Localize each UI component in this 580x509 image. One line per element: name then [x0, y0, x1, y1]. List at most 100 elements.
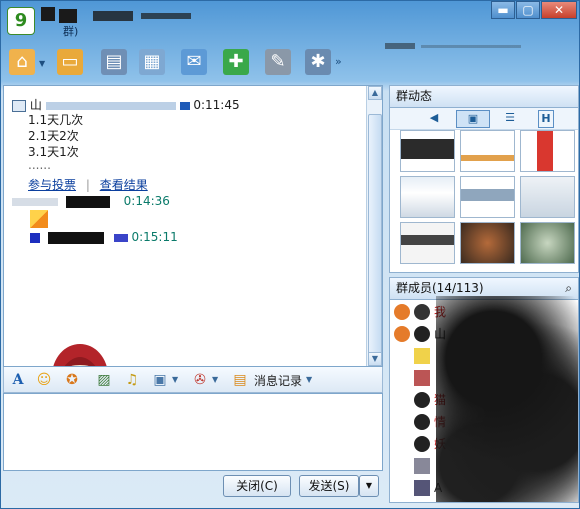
maximize-button[interactable]: ▢ — [516, 1, 540, 19]
redacted-block — [65, 195, 110, 208]
vote-options: 1.1天几次 2.1天2次 3.1天1次 ...... — [28, 112, 84, 172]
cartoon-emoticon-icon — [53, 344, 107, 366]
more-arrow[interactable]: » — [335, 55, 342, 68]
thumbnail[interactable] — [460, 176, 515, 218]
vote-links: 参与投票 | 查看结果 — [28, 176, 148, 193]
user-avatar-icon — [30, 210, 48, 228]
scroll-thumb[interactable] — [368, 114, 382, 354]
album-icon[interactable]: ▤ — [101, 49, 127, 75]
redacted-block — [30, 232, 40, 243]
avatar — [414, 304, 430, 320]
chevron-down-icon[interactable]: ▼ — [172, 375, 178, 384]
message-meta: 0:14:36 — [12, 194, 170, 208]
chat-scrollbar[interactable]: ▲ ▼ — [366, 86, 382, 366]
scroll-down-button[interactable]: ▼ — [368, 352, 382, 366]
thumbnail[interactable] — [520, 222, 575, 264]
screenshot-icon[interactable]: ▣ — [150, 370, 170, 390]
redacted-block — [45, 101, 176, 110]
redacted-block — [141, 13, 191, 19]
card-icon[interactable]: ▦ — [139, 49, 165, 75]
avatar — [414, 414, 430, 430]
avatar — [414, 436, 430, 452]
window-controls: ▬ ▢ ✕ — [490, 1, 577, 19]
admin-icon — [394, 326, 410, 342]
avatar — [414, 370, 430, 386]
send-options-button[interactable]: ▼ — [359, 475, 379, 497]
add-app-icon[interactable]: ✚ — [223, 49, 249, 75]
message-input[interactable] — [3, 393, 383, 471]
avatar — [414, 480, 430, 496]
thumbnail[interactable] — [400, 176, 455, 218]
group-dynamic-tabs: ◀ ▣ ☰ H — [390, 108, 578, 130]
vote-link[interactable]: 参与投票 — [28, 178, 76, 192]
thumbnail[interactable] — [520, 130, 575, 172]
message-time: 0:14:36 — [123, 194, 170, 208]
thumbnail[interactable] — [460, 130, 515, 172]
members-panel: 群成员(14/113) ⌕ 我 山 猫 — [389, 277, 579, 503]
tools-icon[interactable]: ✎ — [265, 49, 291, 75]
history-icon[interactable]: ▤ — [230, 370, 250, 390]
thumbnail[interactable] — [520, 176, 575, 218]
window-title: 群) — [63, 25, 79, 38]
font-icon[interactable]: A — [8, 370, 28, 390]
message-meta: 0:15:11 — [12, 230, 178, 244]
send-bar: 关闭(C) 发送(S) ▼ — [3, 471, 383, 499]
chat-history[interactable]: 山 0:11:45 1.1天几次 2.1天2次 3.1天1次 ...... 参与… — [3, 85, 383, 367]
redacted-block — [179, 101, 190, 110]
thumbnail[interactable] — [400, 130, 455, 172]
avatar — [414, 326, 430, 342]
message-time: 0:11:45 — [193, 98, 240, 112]
home-icon[interactable]: ⌂ — [9, 49, 35, 75]
results-link[interactable]: 查看结果 — [100, 178, 148, 192]
thumbnail-view-tab[interactable]: ▣ — [456, 110, 490, 128]
image-icon[interactable]: ▨ — [94, 370, 114, 390]
music-icon[interactable]: ♫ — [122, 370, 142, 390]
group-logo-icon: 9 — [7, 7, 35, 35]
tab-h[interactable]: H — [538, 110, 554, 128]
right-panel: 群动态 ◀ ▣ ☰ H 群成员(14/113) ⌕ — [389, 85, 579, 503]
ellipsis: ...... — [28, 158, 51, 172]
avatar — [414, 348, 430, 364]
redacted-block — [113, 233, 128, 242]
list-view-tab[interactable]: ☰ — [500, 110, 520, 128]
search-icon[interactable]: ⌕ — [565, 278, 572, 298]
folder-icon[interactable]: ▭ — [57, 49, 83, 75]
avatar — [414, 392, 430, 408]
magic-emoticon-icon[interactable]: ✪ — [62, 370, 82, 390]
shake-icon[interactable]: ✇ — [190, 370, 210, 390]
history-button[interactable]: 消息记录 — [254, 372, 302, 389]
group-dynamic-panel: 群动态 ◀ ▣ ☰ H — [389, 85, 579, 273]
redacted-block — [59, 9, 77, 23]
avatar — [414, 458, 430, 474]
format-toolbar: A ☺ ✪ ▨ ♫ ▣ ▼ ✇ ▼ ▤ 消息记录 ▼ — [3, 367, 383, 393]
close-button[interactable]: 关闭(C) — [223, 475, 291, 497]
members-count: 群成员(14/113) — [396, 281, 484, 295]
thumbnail[interactable] — [400, 222, 455, 264]
chevron-down-icon[interactable]: ▼ — [212, 375, 218, 384]
redacted-block — [47, 231, 104, 244]
redacted-block — [41, 7, 55, 21]
emoticon-icon[interactable]: ☺ — [34, 370, 54, 390]
message-time: 0:15:11 — [131, 230, 178, 244]
group-dynamic-title: 群动态 — [390, 86, 578, 108]
mail-icon[interactable]: ✉ — [181, 49, 207, 75]
chat-window: 9 群) ▬ ▢ ✕ ⌂ ▼ ▭ ▤ ▦ ✉ ✚ ✎ ✱ » 山 0:11:45 — [0, 0, 580, 509]
vote-option: 2.1天2次 — [28, 129, 79, 143]
sender-name: 山 — [29, 98, 42, 112]
vote-message-header: 山 0:11:45 — [12, 96, 312, 113]
owner-icon — [394, 304, 410, 320]
redacted-area — [436, 296, 578, 502]
separator: | — [85, 178, 90, 192]
thumbnail[interactable] — [460, 222, 515, 264]
speaker-icon[interactable]: ◀ — [426, 110, 442, 128]
send-button[interactable]: 发送(S) — [299, 475, 359, 497]
vote-option: 1.1天几次 — [28, 113, 84, 127]
main-toolbar: ⌂ ▼ ▭ ▤ ▦ ✉ ✚ ✎ ✱ » — [1, 45, 579, 79]
scroll-up-button[interactable]: ▲ — [368, 86, 382, 100]
title-bar[interactable]: 9 群) ▬ ▢ ✕ — [1, 1, 579, 49]
settings-icon[interactable]: ✱ — [305, 49, 331, 75]
chevron-down-icon[interactable]: ▼ — [39, 59, 45, 68]
minimize-button[interactable]: ▬ — [491, 1, 515, 19]
close-window-button[interactable]: ✕ — [541, 1, 577, 19]
chevron-down-icon[interactable]: ▼ — [306, 375, 312, 384]
